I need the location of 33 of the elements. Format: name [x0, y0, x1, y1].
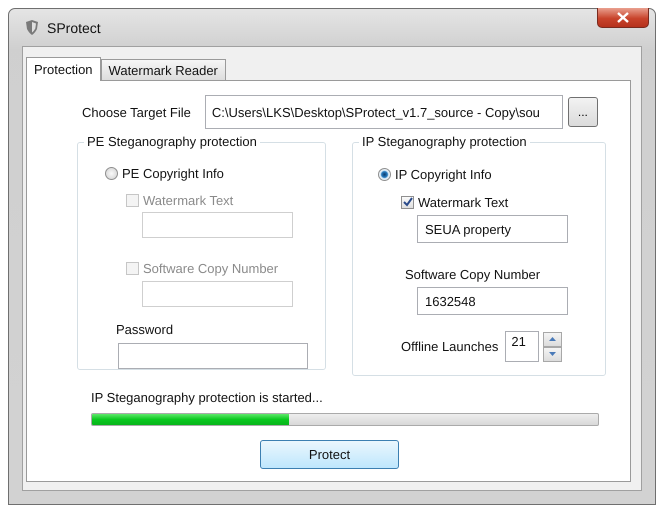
close-icon	[617, 12, 629, 23]
field-label: Choose Target File	[82, 104, 191, 120]
window-title: SProtect	[47, 20, 101, 36]
file-path-field[interactable]: C:\Users\LKS\Desktop\SProtect_v1.7_source - Copy\sou	[204, 95, 563, 129]
radio-label: IP Copyright Info	[395, 166, 492, 182]
group-title: IP Steganography protection	[359, 134, 530, 149]
field-label: Password	[116, 322, 174, 338]
status-text: IP Steganography protection is started...	[91, 390, 324, 405]
number-field[interactable]: 21	[505, 331, 540, 362]
radio-button[interactable]	[105, 166, 118, 180]
close-button[interactable]	[597, 8, 649, 28]
browse-button[interactable]: ...	[568, 97, 598, 127]
radio-label: PE Copyright Info	[122, 166, 224, 181]
up-arrow-icon	[549, 337, 556, 341]
tab[interactable]: Watermark Reader	[100, 59, 226, 80]
checkbox[interactable]	[401, 196, 414, 208]
field-label: Software Copy Number	[405, 266, 540, 282]
checkmark-icon	[402, 197, 412, 207]
shield-icon	[25, 20, 39, 35]
tab[interactable]: Protection	[26, 57, 101, 81]
checkbox-label: Watermark Text	[143, 192, 234, 208]
protect-button[interactable]: Protect	[260, 440, 399, 469]
text-field[interactable]: SEUA property	[417, 215, 568, 243]
field-label: Offline Launches	[401, 339, 498, 354]
down-arrow-icon	[549, 352, 556, 356]
checkbox-label: Watermark Text	[418, 194, 508, 210]
spin-down-button[interactable]	[543, 346, 562, 362]
group-title: PE Steganography protection	[84, 134, 260, 149]
text-field[interactable]: 1632548	[417, 287, 568, 315]
radio-button[interactable]	[378, 168, 391, 180]
checkbox-label: Software Copy Number	[143, 261, 278, 276]
spin-up-button[interactable]	[543, 332, 562, 346]
password-field[interactable]	[118, 342, 308, 370]
